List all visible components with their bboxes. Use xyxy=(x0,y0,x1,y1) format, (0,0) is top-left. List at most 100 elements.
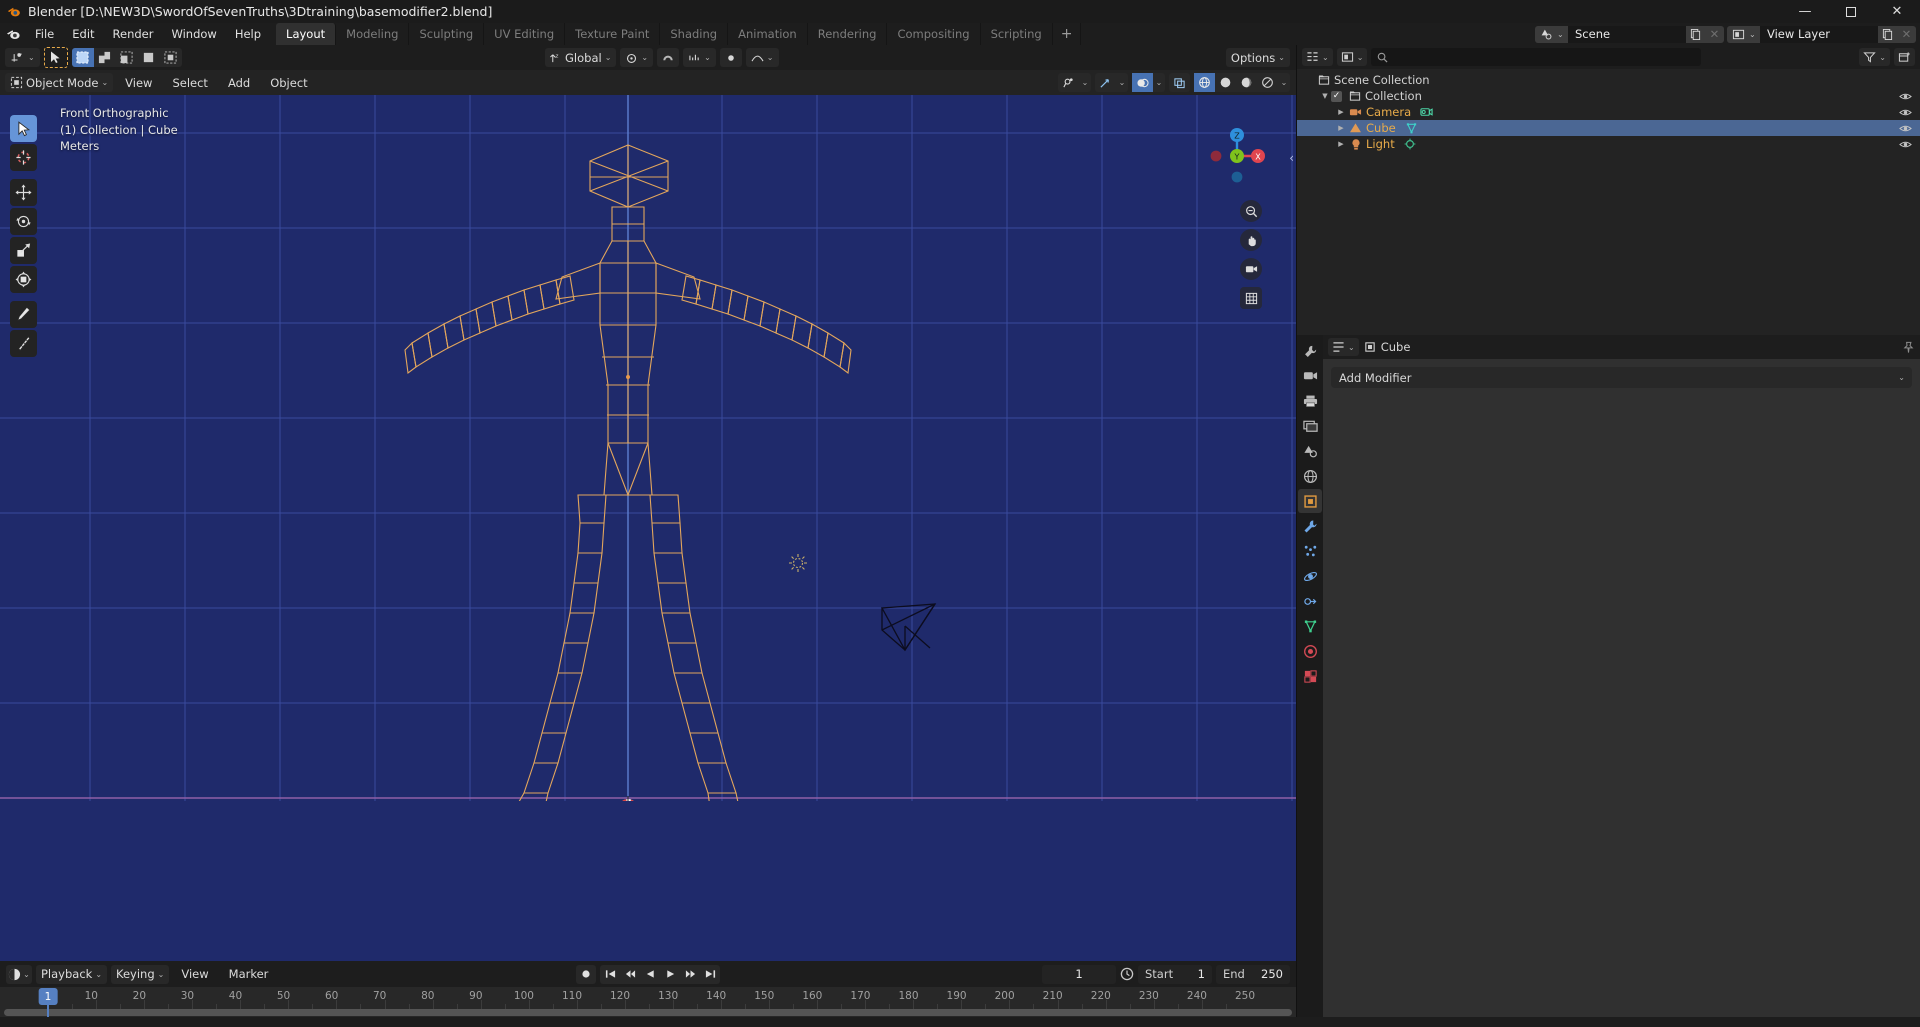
timeline-ruler[interactable]: 10 20 30 40 50 60 70 80 90 100 110 120 130 140 150 160 1… xyxy=(0,987,1296,1027)
expand-arrow-icon[interactable]: ▶ xyxy=(1335,108,1347,116)
snap-pivot-dropdown[interactable]: ⌄ xyxy=(620,48,654,67)
expand-arrow-icon[interactable]: ▶ xyxy=(1335,140,1347,148)
search-input[interactable] xyxy=(1371,48,1702,66)
blender-icon[interactable] xyxy=(0,23,26,45)
material-tab[interactable] xyxy=(1298,639,1322,663)
tab-texture-paint[interactable]: Texture Paint xyxy=(565,23,661,45)
hide-in-viewport-icon[interactable] xyxy=(1899,123,1912,134)
view-layer-name[interactable]: View Layer xyxy=(1760,25,1878,43)
hide-in-viewport-icon[interactable] xyxy=(1899,139,1912,150)
tab-layout[interactable]: Layout xyxy=(276,23,337,45)
chevron-down-icon[interactable]: ⌄ xyxy=(1278,73,1290,92)
tab-animation[interactable]: Animation xyxy=(728,23,808,45)
physics-tab[interactable] xyxy=(1298,564,1322,588)
timeline-menu-marker[interactable]: Marker xyxy=(221,965,277,984)
output-tab[interactable] xyxy=(1298,389,1322,413)
outliner-row-camera[interactable]: ▶ Camera xyxy=(1297,104,1920,120)
rotate-tool[interactable] xyxy=(10,208,37,235)
hide-in-viewport-icon[interactable] xyxy=(1899,107,1912,118)
object-tab[interactable] xyxy=(1298,489,1322,513)
modifier-tab[interactable] xyxy=(1298,514,1322,538)
overlays-icon[interactable] xyxy=(1132,73,1153,92)
tab-uv-editing[interactable]: UV Editing xyxy=(484,23,566,45)
proportional-editing-toggle[interactable] xyxy=(719,48,742,67)
timeline-menu-playback[interactable]: Playback ⌄ xyxy=(36,964,108,984)
view-layer-selector[interactable]: ⌄ View Layer ✕ xyxy=(1727,25,1916,43)
texture-tab[interactable] xyxy=(1298,664,1322,688)
constraints-tab[interactable] xyxy=(1298,589,1322,613)
select-extend-icon[interactable] xyxy=(94,48,116,67)
outliner-tree[interactable]: Scene Collection ▼ ✓ Collection ▶ Camera ▶ Cube… xyxy=(1297,69,1920,335)
select-set-icon[interactable] xyxy=(71,48,94,67)
annotate-tool[interactable] xyxy=(10,301,37,328)
timeline-menu-keying[interactable]: Keying ⌄ xyxy=(111,964,170,984)
jump-start-icon[interactable] xyxy=(600,965,620,984)
tab-sculpting[interactable]: Sculpting xyxy=(409,23,485,45)
playhead-frame-indicator[interactable]: 1 xyxy=(38,988,58,1005)
wireframe-shading-icon[interactable] xyxy=(1194,73,1215,92)
render-tab[interactable] xyxy=(1298,364,1322,388)
outliner-row-scene-collection[interactable]: Scene Collection xyxy=(1297,72,1920,88)
move-tool[interactable] xyxy=(10,179,37,206)
measure-tool[interactable] xyxy=(10,330,37,357)
play-icon[interactable] xyxy=(660,965,680,984)
outliner-filter-id-icon[interactable]: ⌄ xyxy=(1336,48,1368,66)
scale-tool[interactable] xyxy=(10,237,37,264)
show-hidden-icon[interactable] xyxy=(1058,73,1079,92)
viewport-3d[interactable]: Front Orthographic (1) Collection | Cube… xyxy=(0,95,1296,961)
camera-data-icon[interactable] xyxy=(1420,106,1433,118)
hand-pan-icon[interactable] xyxy=(1240,229,1262,251)
tab-shading[interactable]: Shading xyxy=(660,23,729,45)
visibility-checkbox[interactable]: ✓ xyxy=(1331,90,1342,102)
sidebar-toggle-arrow[interactable]: ‹ xyxy=(1289,151,1294,165)
play-reverse-icon[interactable] xyxy=(640,965,660,984)
view-layer-tab[interactable] xyxy=(1298,414,1322,438)
minimize-button[interactable]: — xyxy=(1782,0,1828,23)
expand-arrow-icon[interactable]: ▶ xyxy=(1335,124,1347,132)
scene-name[interactable]: Scene xyxy=(1568,25,1686,43)
new-view-layer-icon[interactable] xyxy=(1878,25,1897,43)
menu-edit[interactable]: Edit xyxy=(63,23,103,45)
chevron-down-icon[interactable]: ⌄ xyxy=(1153,73,1165,92)
chevron-down-icon[interactable]: ⌄ xyxy=(1079,73,1091,92)
editor-type-timeline-icon[interactable]: ⌄ xyxy=(6,964,32,984)
add-modifier-button[interactable]: Add Modifier ⌄ xyxy=(1331,367,1912,388)
scene-selector[interactable]: ⌄ Scene ✕ xyxy=(1535,25,1724,43)
editor-type-properties-icon[interactable]: ⌄ xyxy=(1328,338,1359,356)
tweak-tool[interactable] xyxy=(10,115,37,142)
data-tab[interactable] xyxy=(1298,614,1322,638)
clock-icon[interactable] xyxy=(1120,967,1134,981)
rendered-shading-icon[interactable] xyxy=(1257,73,1278,92)
expand-arrow-icon[interactable]: ▼ xyxy=(1319,92,1331,100)
tab-modeling[interactable]: Modeling xyxy=(336,23,410,45)
xray-icon[interactable] xyxy=(1169,73,1190,92)
jump-end-icon[interactable] xyxy=(700,965,720,984)
new-copy-icon[interactable] xyxy=(1686,25,1705,43)
viewport-menu-object[interactable]: Object xyxy=(262,73,315,92)
viewport-menu-select[interactable]: Select xyxy=(164,73,215,92)
hide-in-viewport-icon[interactable] xyxy=(1899,91,1912,102)
viewport-menu-view[interactable]: View xyxy=(117,73,160,92)
mode-selector[interactable]: Object Mode ⌄ xyxy=(5,73,114,92)
timeline-scrollbar[interactable] xyxy=(4,1009,1292,1016)
outliner-display-mode-icon[interactable]: ⌄ xyxy=(1302,48,1333,66)
start-frame-field[interactable]: Start 1 xyxy=(1138,964,1212,984)
viewport-menu-add[interactable]: Add xyxy=(220,73,258,92)
unlink-scene-icon[interactable]: ✕ xyxy=(1705,25,1724,43)
outliner-row-collection[interactable]: ▼ ✓ Collection xyxy=(1297,88,1920,104)
current-frame-field[interactable]: 1 xyxy=(1042,964,1116,984)
active-tool-icon[interactable]: ⌄ xyxy=(5,48,40,67)
tab-compositing[interactable]: Compositing xyxy=(887,23,981,45)
filter-funnel-icon[interactable]: ⌄ xyxy=(1859,48,1890,66)
outliner-row-cube[interactable]: ▶ Cube xyxy=(1297,120,1920,136)
snap-target-dropdown[interactable]: ⌄ xyxy=(683,48,716,67)
camera-view-icon[interactable] xyxy=(1240,258,1262,280)
new-collection-icon[interactable] xyxy=(1894,48,1915,66)
add-workspace-button[interactable]: + xyxy=(1053,23,1082,45)
zoom-icon[interactable] xyxy=(1240,200,1262,222)
solid-shading-icon[interactable] xyxy=(1215,73,1236,92)
prev-keyframe-icon[interactable] xyxy=(620,965,640,984)
select-invert-icon[interactable] xyxy=(138,48,160,67)
tweak-tool-button[interactable] xyxy=(43,47,68,68)
options-button[interactable]: Options ⌄ xyxy=(1225,48,1290,67)
